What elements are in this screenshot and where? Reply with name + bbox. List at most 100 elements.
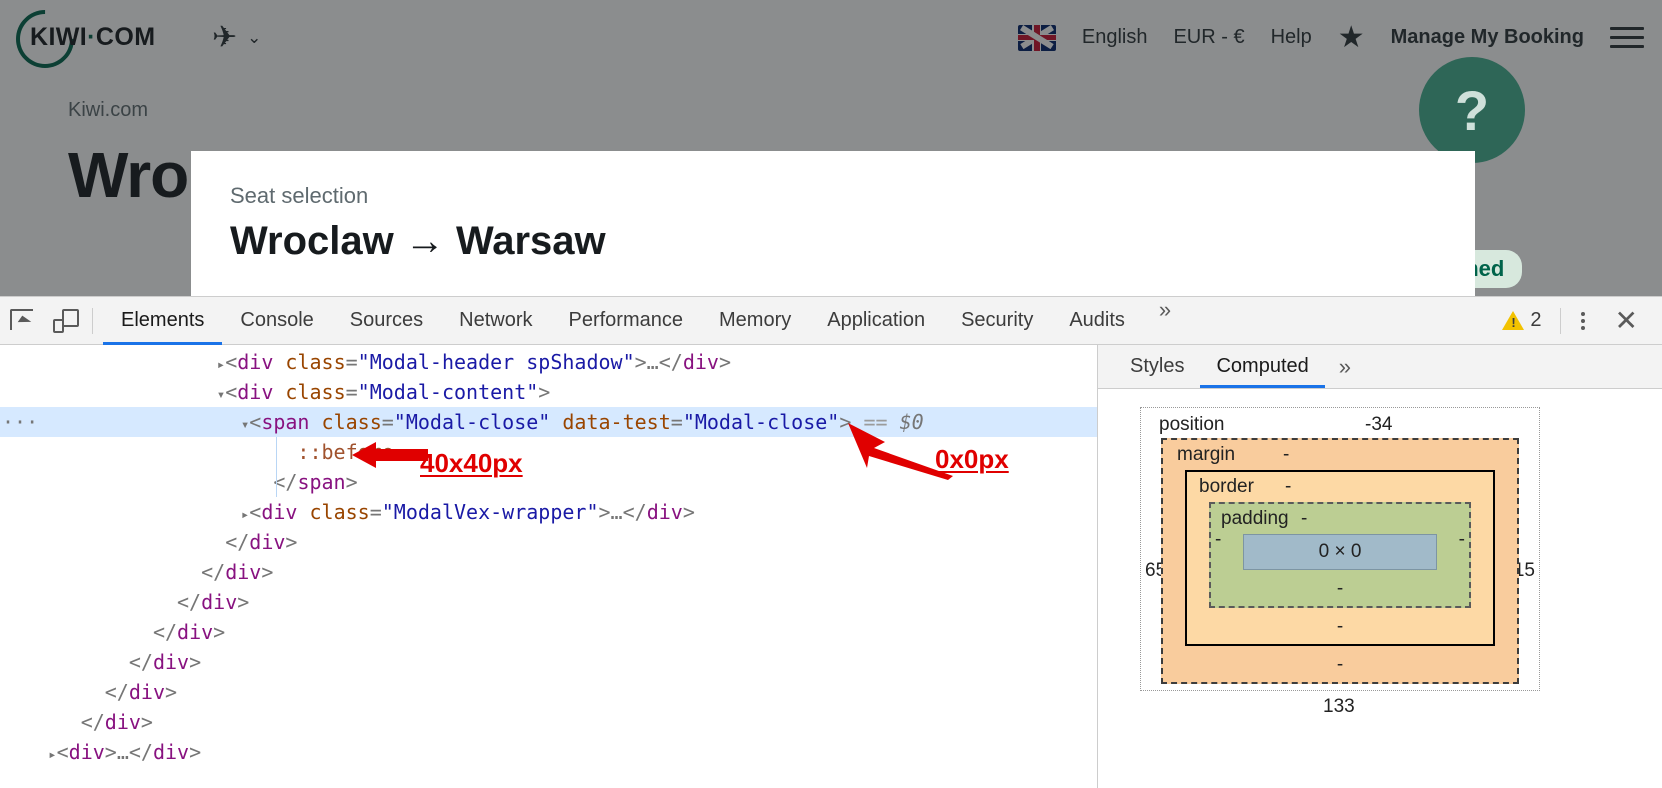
border-bottom-value[interactable]: - xyxy=(1187,608,1493,638)
dom-token-tag: div xyxy=(261,500,298,524)
dom-indent-guide xyxy=(276,437,278,497)
margin-top-value[interactable]: - xyxy=(1283,444,1289,466)
dom-token-attr: data-test xyxy=(562,410,671,434)
dom-token-punct: = xyxy=(381,410,394,434)
dom-token-tag: div xyxy=(237,380,274,404)
position-top-value[interactable]: -34 xyxy=(1365,414,1392,436)
dom-token-punct: < xyxy=(225,350,238,374)
annotation-before-size: 40x40px xyxy=(420,448,523,478)
dom-token-attr: class xyxy=(285,350,346,374)
dom-indent xyxy=(0,500,241,524)
dom-token-punct xyxy=(550,410,562,434)
dom-token-tag: div xyxy=(68,740,105,764)
help-fab-button[interactable]: ? xyxy=(1419,57,1525,163)
dom-tree[interactable]: ▸<div class="Modal-header spShadow">…</d… xyxy=(0,345,1097,788)
devtools-tabs: Elements Console Sources Network Perform… xyxy=(103,297,1187,345)
dom-line[interactable]: ▸<div class="ModalVex-wrapper">…</div> xyxy=(0,497,1097,527)
tab-elements[interactable]: Elements xyxy=(103,297,222,345)
padding-left-value[interactable]: - xyxy=(1211,529,1221,551)
dom-token-punct: > xyxy=(237,590,250,614)
tab-sources[interactable]: Sources xyxy=(332,297,441,345)
box-model-content[interactable]: 0 × 0 xyxy=(1243,534,1437,570)
disclosure-triangle-expanded-icon[interactable]: ▾ xyxy=(217,387,225,403)
more-options-icon[interactable] xyxy=(1565,311,1601,330)
dom-line[interactable]: ▾<div class="Modal-content"> xyxy=(0,377,1097,407)
dom-line[interactable]: </div> xyxy=(0,617,1097,647)
tab-application[interactable]: Application xyxy=(809,297,943,345)
box-model-border[interactable]: border - padding - - 0 × 0 - - - xyxy=(1185,470,1495,646)
dom-token-val: "Modal-content" xyxy=(357,380,539,404)
dom-token-punct: > xyxy=(285,530,298,554)
dom-line[interactable]: </div> xyxy=(0,677,1097,707)
padding-top-value[interactable]: - xyxy=(1301,508,1307,530)
device-toolbar-icon[interactable] xyxy=(44,297,88,345)
dom-token-val: "Modal-close" xyxy=(393,410,551,434)
dom-token-punct: > xyxy=(718,350,731,374)
dom-line[interactable]: </div> xyxy=(0,587,1097,617)
dom-indent xyxy=(0,590,169,614)
toolbar-divider-2 xyxy=(1559,307,1561,334)
annotation-arrow-before xyxy=(352,442,428,468)
dom-indent xyxy=(0,530,217,554)
warning-count: 2 xyxy=(1530,309,1542,331)
margin-bottom-value[interactable]: - xyxy=(1163,646,1517,676)
dom-token-punct: > xyxy=(189,650,202,674)
padding-right-value[interactable]: - xyxy=(1459,529,1469,551)
box-model-position[interactable]: position -34 655 -15 133 margin - border… xyxy=(1140,407,1540,717)
dom-token-tag: div xyxy=(104,710,141,734)
dom-line[interactable]: ▸<div>…</div> xyxy=(0,737,1097,767)
dom-indent xyxy=(0,440,289,464)
overlay-dim-top xyxy=(0,0,1662,75)
close-devtools-icon[interactable]: ✕ xyxy=(1601,304,1652,337)
box-model-position-label: position xyxy=(1159,414,1225,435)
disclosure-triangle-expanded-icon[interactable]: ▾ xyxy=(241,417,249,433)
dom-token-tag: div xyxy=(646,500,683,524)
dom-indent xyxy=(0,350,217,374)
dom-token-punct: </ xyxy=(177,590,202,614)
dom-line[interactable]: </div> xyxy=(0,647,1097,677)
dom-line[interactable]: </div> xyxy=(0,527,1097,557)
padding-bottom-value[interactable]: - xyxy=(1211,570,1469,600)
disclosure-triangle-collapsed-icon[interactable]: ▸ xyxy=(217,357,225,373)
position-bottom-value[interactable]: 133 xyxy=(1323,696,1355,718)
disclosure-triangle-collapsed-icon[interactable]: ▸ xyxy=(48,747,56,763)
dom-token-tag: span xyxy=(297,470,346,494)
tab-console[interactable]: Console xyxy=(222,297,331,345)
dom-token-tag: div xyxy=(152,650,190,674)
dom-token-punct: > xyxy=(189,740,202,764)
dom-token-attr: class xyxy=(321,410,382,434)
dom-token-punct: > xyxy=(164,680,178,704)
screen-root: KIWI·COM ✈ ⌄ English EUR - € Help ★ Mana… xyxy=(0,0,1662,788)
dom-indent xyxy=(0,710,72,734)
dom-line[interactable]: ▸<div class="Modal-header spShadow">…</d… xyxy=(0,347,1097,377)
devtools-panel: Elements Console Sources Network Perform… xyxy=(0,296,1662,788)
inspect-element-icon[interactable] xyxy=(0,297,44,345)
border-top-value[interactable]: - xyxy=(1285,476,1291,498)
tab-performance[interactable]: Performance xyxy=(551,297,702,345)
tab-computed[interactable]: Computed xyxy=(1200,345,1324,388)
tab-security[interactable]: Security xyxy=(943,297,1051,345)
disclosure-triangle-collapsed-icon[interactable]: ▸ xyxy=(241,507,249,523)
warning-indicator[interactable]: 2 xyxy=(1488,309,1555,332)
dom-line[interactable]: </div> xyxy=(0,557,1097,587)
more-tabs-icon[interactable]: » xyxy=(1143,297,1187,345)
dom-indent xyxy=(0,650,120,674)
dom-line[interactable]: </div> xyxy=(0,707,1097,737)
tab-audits[interactable]: Audits xyxy=(1051,297,1143,345)
tab-network[interactable]: Network xyxy=(441,297,550,345)
dom-token-val: "Modal-close" xyxy=(682,410,840,434)
tab-memory[interactable]: Memory xyxy=(701,297,809,345)
dom-token-tag: div xyxy=(237,350,274,374)
tab-styles[interactable]: Styles xyxy=(1114,345,1200,388)
dom-token-ellip: … xyxy=(610,500,623,524)
box-model-margin[interactable]: margin - border - padding - - 0 × 0 - - … xyxy=(1161,438,1519,684)
dom-token-punct xyxy=(273,380,285,404)
sidebar-more-icon[interactable]: » xyxy=(1325,345,1365,388)
box-model-border-label: border xyxy=(1199,476,1254,497)
dom-token-attr: class xyxy=(309,500,370,524)
dom-token-punct: = xyxy=(345,380,358,404)
dom-token-ellip: … xyxy=(116,740,129,764)
box-model-padding[interactable]: padding - - 0 × 0 - - xyxy=(1209,502,1471,608)
